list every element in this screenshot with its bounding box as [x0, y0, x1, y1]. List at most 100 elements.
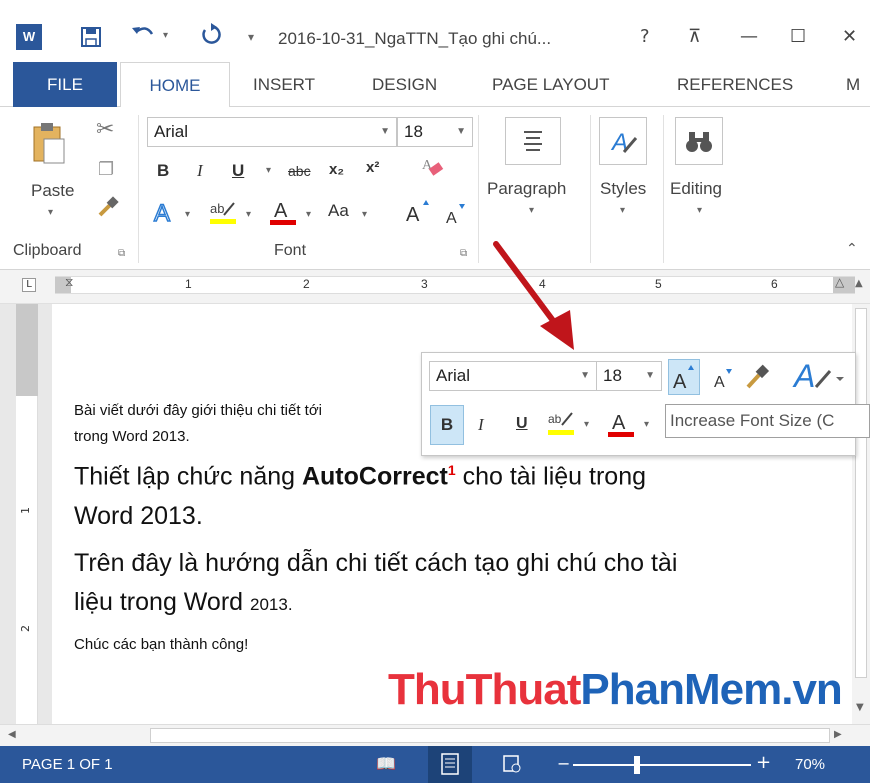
mini-highlight-icon[interactable]: ab — [546, 409, 576, 443]
text-effects-dropdown-icon[interactable]: ▾ — [185, 209, 190, 220]
mini-font-color-dropdown-icon[interactable]: ▾ — [644, 419, 649, 430]
mini-styles-icon[interactable]: A — [792, 357, 848, 397]
paste-dropdown-icon[interactable]: ▾ — [48, 207, 53, 218]
clear-formatting-icon[interactable]: A — [420, 153, 448, 185]
tab-insert[interactable]: INSERT — [253, 62, 315, 107]
doc-paragraph-line[interactable]: Bài viết dưới đây giới thiệu chi tiết tớ… — [74, 402, 322, 419]
tab-selector-icon[interactable]: L — [22, 278, 36, 292]
tab-home[interactable]: HOME — [120, 62, 230, 108]
zoom-in-icon[interactable]: + — [756, 752, 771, 773]
font-color-dropdown-icon[interactable]: ▾ — [306, 209, 311, 220]
format-painter-icon[interactable] — [96, 195, 120, 223]
scroll-up-icon[interactable]: ▲ — [855, 278, 863, 289]
hscroll-thumb[interactable] — [150, 728, 830, 743]
tab-mailings[interactable]: M — [846, 62, 870, 107]
styles-icon[interactable]: A — [599, 117, 647, 165]
styles-button[interactable]: Styles — [600, 179, 646, 199]
footnote-reference[interactable]: 1 — [448, 462, 456, 478]
underline-dropdown-icon[interactable]: ▾ — [266, 165, 271, 176]
zoom-out-icon[interactable]: − — [557, 754, 570, 773]
font-size-combo[interactable]: 18 ▼ — [397, 117, 473, 147]
redo-icon[interactable] — [200, 22, 224, 51]
subscript-button[interactable]: x₂ — [329, 161, 344, 178]
mini-highlight-dropdown-icon[interactable]: ▾ — [584, 419, 589, 430]
mini-font-size-combo[interactable]: 18 ▼ — [596, 361, 662, 391]
scroll-right-icon[interactable]: ▶ — [834, 729, 842, 740]
minimize-button[interactable]: — — [740, 26, 758, 47]
doc-heading-line[interactable]: Trên đây là hướng dẫn chi tiết cách tạo … — [74, 549, 677, 578]
indent-marker-icon[interactable]: ⧖ — [65, 275, 73, 290]
tab-references[interactable]: REFERENCES — [677, 62, 793, 107]
scroll-thumb[interactable] — [855, 308, 867, 678]
tab-file[interactable]: FILE — [13, 62, 117, 107]
undo-icon[interactable] — [130, 22, 156, 51]
doc-paragraph-line[interactable]: trong Word 2013. — [74, 428, 190, 445]
styles-dropdown-icon[interactable]: ▾ — [620, 205, 625, 216]
maximize-button[interactable]: ☐ — [790, 26, 806, 47]
mini-bold-button[interactable]: B — [430, 405, 464, 445]
mini-size-dropdown-icon[interactable]: ▼ — [645, 362, 655, 390]
close-button[interactable]: ✕ — [842, 26, 857, 47]
doc-heading-line[interactable]: liệu trong Word 2013. — [74, 588, 293, 617]
shrink-font-icon[interactable]: A — [443, 199, 469, 231]
horizontal-scrollbar[interactable]: ◀ ▶ — [0, 724, 870, 746]
read-mode-icon[interactable]: 📖 — [376, 754, 396, 773]
clipboard-launcher-icon[interactable]: ⧉ — [118, 248, 125, 259]
tab-page-layout[interactable]: PAGE LAYOUT — [492, 62, 609, 107]
font-name-dropdown-icon[interactable]: ▼ — [380, 118, 390, 146]
mini-font-name-combo[interactable]: Arial ▼ — [429, 361, 597, 391]
binoculars-icon[interactable] — [675, 117, 723, 165]
mini-font-color-icon[interactable]: A — [606, 409, 636, 443]
editing-button[interactable]: Editing — [670, 179, 722, 199]
underline-button[interactable]: U — [232, 161, 244, 181]
bold-button[interactable]: B — [157, 161, 169, 181]
zoom-level[interactable]: 70% — [795, 756, 825, 773]
editing-dropdown-icon[interactable]: ▾ — [697, 205, 702, 216]
highlight-dropdown-icon[interactable]: ▾ — [246, 209, 251, 220]
change-case-dropdown-icon[interactable]: ▾ — [362, 209, 367, 220]
mini-underline-button[interactable]: U — [516, 415, 528, 433]
undo-dropdown-icon[interactable]: ▾ — [163, 30, 168, 41]
mini-font-dropdown-icon[interactable]: ▼ — [580, 362, 590, 390]
mini-format-painter-icon[interactable] — [744, 363, 772, 395]
highlight-color-icon[interactable]: ab — [208, 197, 238, 231]
tab-design[interactable]: DESIGN — [372, 62, 437, 107]
customize-qat-icon[interactable]: ▾ — [248, 30, 254, 44]
doc-heading-line[interactable]: Thiết lập chức năng AutoCorrect1 cho tài… — [74, 462, 646, 491]
font-launcher-icon[interactable]: ⧉ — [460, 248, 467, 259]
mini-italic-button[interactable]: I — [478, 415, 484, 435]
paragraph-dropdown-icon[interactable]: ▾ — [529, 205, 534, 216]
paragraph-button[interactable]: Paragraph — [487, 179, 566, 199]
zoom-slider[interactable] — [573, 764, 751, 766]
zoom-slider-thumb[interactable] — [634, 756, 640, 774]
cut-icon[interactable]: ✂ — [96, 117, 114, 142]
superscript-button[interactable]: x² — [366, 159, 379, 176]
italic-button[interactable]: I — [197, 161, 203, 181]
annotation-arrow-icon — [493, 241, 574, 350]
mini-shrink-font-icon[interactable]: A — [712, 365, 736, 397]
grow-font-icon[interactable]: A — [403, 197, 433, 231]
paste-icon[interactable] — [32, 121, 66, 169]
scroll-down-icon[interactable]: ▼ — [856, 702, 864, 713]
help-button[interactable]: ? — [640, 26, 650, 47]
font-size-dropdown-icon[interactable]: ▼ — [456, 118, 466, 146]
strikethrough-button[interactable]: abc — [288, 163, 311, 179]
doc-paragraph-line[interactable]: Chúc các bạn thành công! — [74, 636, 248, 653]
text-effects-icon[interactable]: A — [153, 199, 179, 231]
ribbon-display-button[interactable]: ⊼ — [688, 26, 701, 47]
font-name-combo[interactable]: Arial ▼ — [147, 117, 397, 147]
paste-label[interactable]: Paste — [31, 181, 74, 201]
paragraph-icon[interactable] — [505, 117, 561, 165]
font-color-icon[interactable]: A — [268, 197, 298, 231]
doc-heading-line[interactable]: Word 2013. — [74, 502, 203, 531]
print-layout-button[interactable] — [428, 746, 472, 783]
copy-icon[interactable]: ❐ — [98, 159, 114, 180]
save-icon[interactable] — [80, 26, 102, 53]
right-indent-marker-icon[interactable]: △ — [835, 275, 844, 289]
mini-grow-font-button[interactable]: A — [668, 359, 700, 395]
page-count[interactable]: PAGE 1 OF 1 — [22, 756, 113, 773]
web-layout-icon[interactable] — [502, 754, 522, 778]
scroll-left-icon[interactable]: ◀ — [8, 729, 16, 740]
change-case-button[interactable]: Aa — [328, 201, 349, 221]
collapse-ribbon-icon[interactable]: ⌃ — [846, 241, 858, 257]
